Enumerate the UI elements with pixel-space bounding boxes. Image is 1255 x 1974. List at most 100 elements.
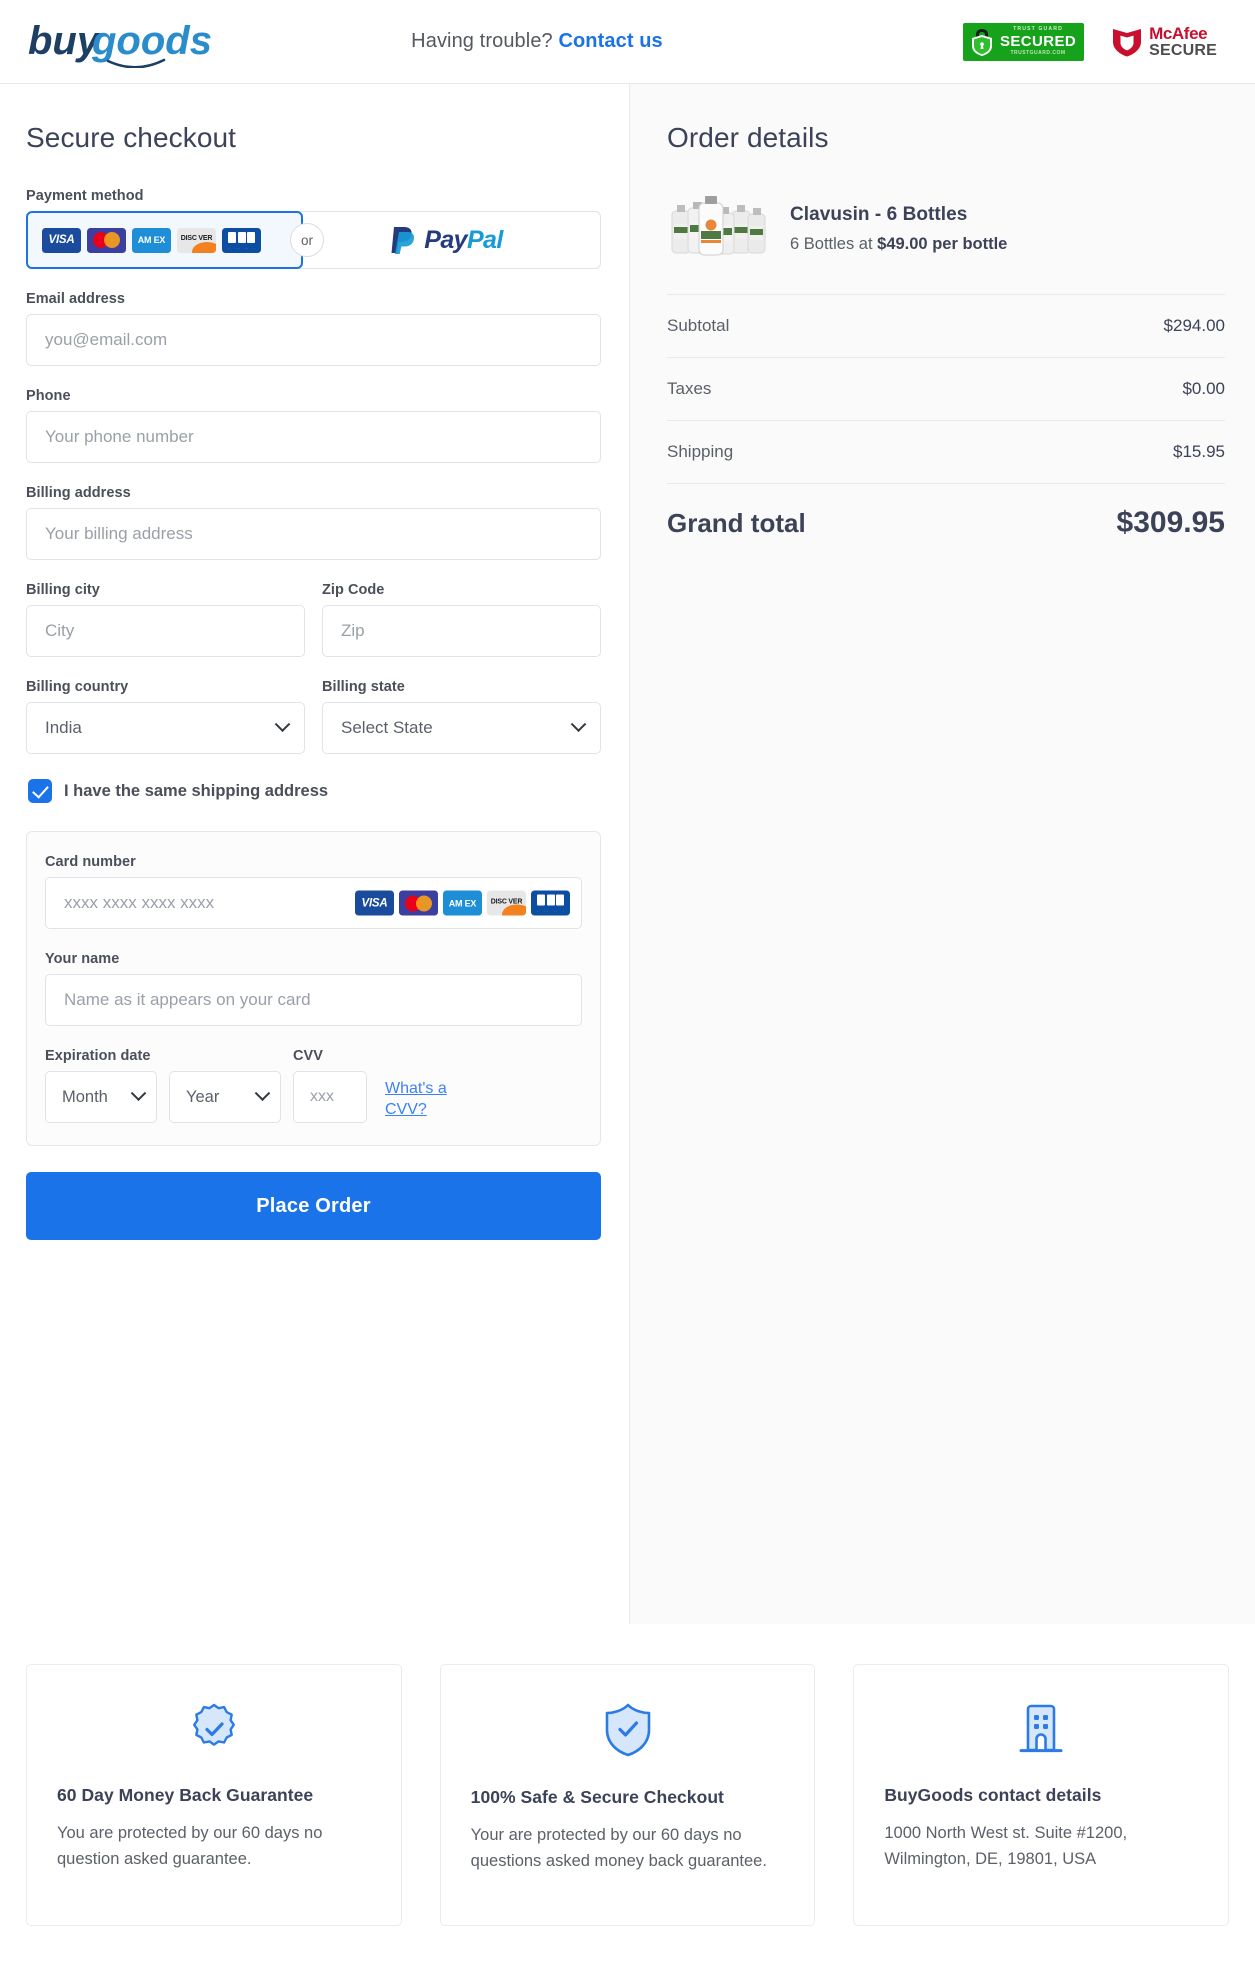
product-unit-price: $49.00 per bottle	[877, 235, 1008, 253]
email-input[interactable]: you@email.com	[26, 314, 601, 366]
chevron-down-icon	[274, 715, 291, 732]
svg-text:buy: buy	[28, 19, 101, 63]
visa-icon: VISA	[42, 227, 81, 253]
trust-card-title: 100% Safe & Secure Checkout	[470, 1787, 724, 1807]
summary-row-subtotal: Subtotal $294.00	[667, 295, 1225, 358]
payment-method-label: Payment method	[26, 188, 144, 204]
payment-method-selector: VISA AM EX DISC VER or PayPal	[26, 211, 601, 269]
phone-field-group: Phone Your phone number	[26, 388, 601, 463]
billing-state-value: Select State	[341, 718, 433, 737]
trustguard-top-label: TRUST GUARD	[1013, 26, 1063, 33]
building-icon	[884, 1701, 1198, 1757]
order-details-title: Order details	[667, 122, 829, 153]
main-content: Secure checkout Payment method VISA AM E…	[0, 84, 1255, 1624]
expiry-cvv-row: Month Year xxx What's a CVV?	[45, 1071, 582, 1123]
visa-icon: VISA	[355, 890, 394, 916]
billing-city-field-group: Billing city City	[26, 582, 305, 657]
summary-label-taxes: Taxes	[667, 379, 712, 398]
contact-us-link[interactable]: Contact us	[558, 30, 662, 52]
city-zip-row: Billing city City Zip Code Zip	[26, 582, 601, 657]
jcb-icon	[222, 227, 261, 253]
billing-address-label: Billing address	[26, 485, 131, 501]
trust-card-secure-checkout: 100% Safe & Secure Checkout Your are pro…	[439, 1664, 816, 1926]
card-brand-icons: VISA AM EX DISC VER	[355, 890, 570, 916]
trust-card-money-back: 60 Day Money Back Guarantee You are prot…	[26, 1664, 402, 1926]
billing-country-select[interactable]: India	[26, 702, 305, 754]
email-label: Email address	[26, 291, 125, 307]
mastercard-icon	[87, 227, 126, 253]
expiration-date-label: Expiration date	[45, 1048, 151, 1064]
trust-card-contact-details: BuyGoods contact details 1000 North West…	[853, 1664, 1230, 1926]
billing-city-label: Billing city	[26, 582, 100, 598]
card-name-field-group: Your name Name as it appears on your car…	[45, 951, 582, 1026]
jcb-icon	[531, 890, 570, 916]
card-number-input-wrapper: xxxx xxxx xxxx xxxx VISA AM EX DISC VER	[45, 877, 582, 929]
trustguard-text: TRUST GUARD SECURED TRUSTGUARD.COM	[1000, 27, 1076, 55]
billing-country-field-group: Billing country India	[26, 679, 305, 754]
country-state-row: Billing country India Billing state Sele…	[26, 679, 601, 754]
billing-city-input[interactable]: City	[26, 605, 305, 657]
payment-option-card[interactable]: VISA AM EX DISC VER	[26, 211, 303, 269]
trustguard-secured-badge: TRUST GUARD SECURED TRUSTGUARD.COM	[962, 22, 1085, 61]
trust-cards: 60 Day Money Back Guarantee You are prot…	[26, 1664, 1230, 1926]
page-title: Secure checkout	[26, 122, 237, 153]
expiration-month-select[interactable]: Month	[45, 1071, 157, 1123]
money-back-badge-icon-svg	[192, 1703, 235, 1746]
paypal-logo: PayPal	[390, 225, 503, 255]
payment-method-field: Payment method VISA AM EX DISC VER or Pa…	[26, 188, 601, 269]
billing-country-label: Billing country	[26, 679, 129, 695]
payment-option-paypal[interactable]: PayPal	[303, 212, 600, 268]
cvv-help-link[interactable]: What's a CVV?	[385, 1078, 471, 1121]
billing-state-select[interactable]: Select State	[322, 702, 601, 754]
chevron-down-icon	[570, 715, 587, 732]
email-field-group: Email address you@email.com	[26, 291, 601, 366]
trust-card-text: You are protected by our 60 days no ques…	[57, 1824, 323, 1869]
summary-row-grand-total: Grand total $309.95	[667, 484, 1225, 540]
zip-code-field-group: Zip Code Zip	[322, 582, 601, 657]
payment-or-divider: or	[290, 223, 324, 257]
building-icon-svg	[1019, 1704, 1063, 1753]
order-product-row: Clavusin - 6 Bottles 6 Bottles at $49.00…	[667, 190, 1225, 295]
summary-value-taxes: $0.00	[1182, 379, 1225, 398]
mcafee-shield-icon	[1113, 28, 1142, 56]
expiration-year-select[interactable]: Year	[169, 1071, 281, 1123]
page-header: buy goods Having trouble? Contact us TRU…	[0, 0, 1255, 84]
trust-card-title: BuyGoods contact details	[884, 1785, 1102, 1805]
zip-code-input[interactable]: Zip	[322, 605, 601, 657]
card-details-panel: Card number xxxx xxxx xxxx xxxx VISA AM …	[26, 831, 601, 1146]
mcafee-bottom-label: SECURE	[1149, 41, 1217, 59]
summary-value-shipping: $15.95	[1173, 442, 1225, 461]
trustguard-main-label: SECURED	[999, 33, 1077, 51]
chevron-down-icon	[130, 1084, 147, 1101]
phone-input[interactable]: Your phone number	[26, 411, 601, 463]
buygoods-logo[interactable]: buy goods	[26, 16, 251, 68]
card-name-input[interactable]: Name as it appears on your card	[45, 974, 582, 1026]
expiry-cvv-section: Expiration date CVV Month Year xxx What'…	[45, 1048, 582, 1123]
same-shipping-checkbox[interactable]	[28, 779, 52, 803]
place-order-button[interactable]: Place Order	[26, 1172, 601, 1240]
same-shipping-label: I have the same shipping address	[64, 781, 329, 800]
svg-text:goods: goods	[91, 19, 212, 63]
support-message: Having trouble? Contact us	[251, 30, 963, 53]
money-back-badge-icon	[57, 1701, 371, 1757]
card-number-field-group: Card number xxxx xxxx xxxx xxxx VISA AM …	[45, 854, 582, 929]
card-name-label: Your name	[45, 951, 120, 967]
mcafee-secure-badge: McAfee SECURE	[1110, 25, 1217, 59]
same-shipping-address-row[interactable]: I have the same shipping address	[28, 779, 601, 803]
buygoods-logo-icon: buy goods	[28, 19, 212, 68]
trouble-text: Having trouble?	[411, 30, 553, 52]
discover-icon: DISC VER	[177, 227, 216, 253]
phone-label: Phone	[26, 388, 71, 404]
cvv-input[interactable]: xxx	[293, 1071, 367, 1123]
product-thumbnail	[667, 190, 772, 268]
product-detail: 6 Bottles at $49.00 per bottle	[790, 235, 1007, 254]
summary-row-taxes: Taxes $0.00	[667, 358, 1225, 421]
product-detail-prefix: 6 Bottles at	[790, 235, 878, 253]
product-name: Clavusin - 6 Bottles	[790, 204, 968, 225]
mcafee-text: McAfee SECURE	[1149, 25, 1217, 59]
discover-icon: DISC VER	[487, 890, 526, 916]
summary-label-shipping: Shipping	[667, 442, 734, 461]
billing-address-input[interactable]: Your billing address	[26, 508, 601, 560]
billing-address-field-group: Billing address Your billing address	[26, 485, 601, 560]
checkout-form-panel: Secure checkout Payment method VISA AM E…	[0, 84, 630, 1624]
